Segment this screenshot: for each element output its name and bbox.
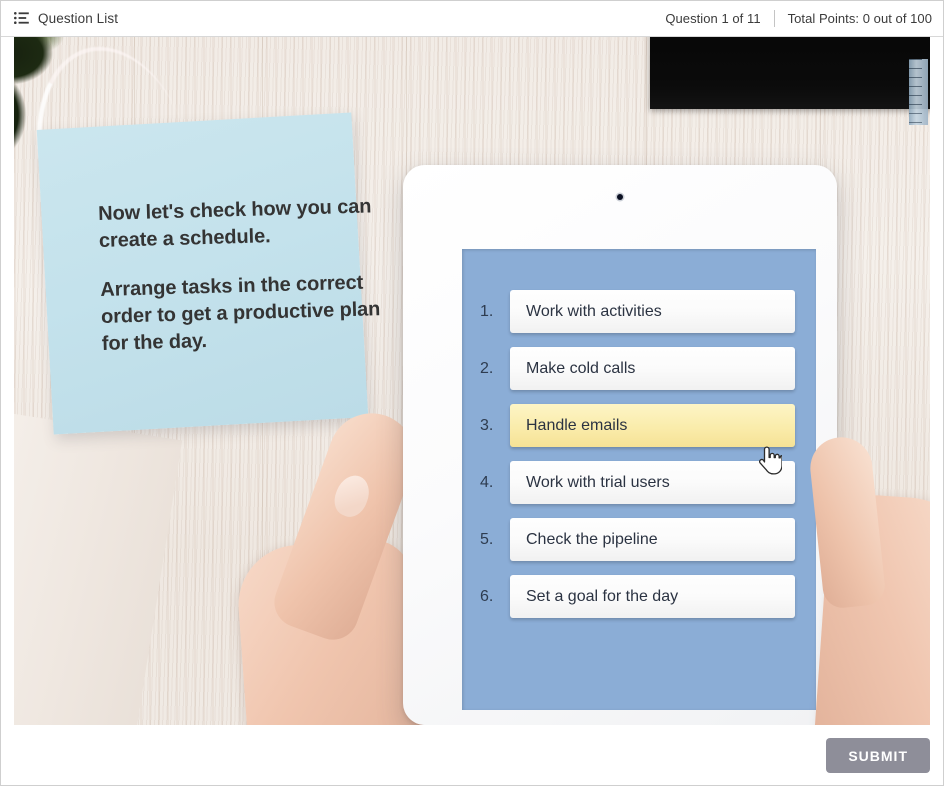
task-number: 6. — [480, 587, 494, 605]
question-list-label: Question List — [38, 10, 119, 26]
header-status-group: Question 1 of 11 Total Points: 0 out of … — [665, 9, 932, 27]
question-progress-text: Question 1 of 11 — [665, 10, 761, 26]
quiz-player-window: Question List Question 1 of 11 Total Poi… — [0, 0, 944, 786]
laptop-decoration — [650, 37, 930, 125]
tablet-screen: 1. Work with activities 2. Make cold cal… — [462, 249, 816, 710]
tablet-camera-icon — [617, 194, 623, 200]
task-number: 5. — [480, 530, 494, 548]
task-list-item-selected[interactable]: 3. Handle emails — [477, 404, 795, 447]
slide-stage: Now let's check how you can create a sch… — [0, 37, 944, 725]
task-list-item[interactable]: 6. Set a goal for the day — [477, 575, 795, 618]
list-icon — [14, 12, 29, 24]
task-list-item[interactable]: 1. Work with activities — [477, 290, 795, 333]
task-number: 3. — [480, 416, 494, 434]
task-label[interactable]: Handle emails — [510, 404, 795, 447]
task-label[interactable]: Work with trial users — [510, 461, 795, 504]
slide-canvas: Now let's check how you can create a sch… — [14, 37, 930, 725]
task-number: 2. — [480, 359, 494, 377]
header-divider — [773, 9, 775, 27]
task-order-list[interactable]: 1. Work with activities 2. Make cold cal… — [477, 290, 795, 632]
header-bar: Question List Question 1 of 11 Total Poi… — [0, 0, 944, 37]
ruler-decoration — [909, 59, 928, 125]
task-list-item[interactable]: 4. Work with trial users — [477, 461, 795, 504]
task-label[interactable]: Check the pipeline — [510, 518, 795, 561]
task-number: 4. — [480, 473, 494, 491]
task-number: 1. — [480, 302, 494, 320]
task-list-item[interactable]: 2. Make cold calls — [477, 347, 795, 390]
footer-bar: SUBMIT — [0, 725, 944, 786]
task-label[interactable]: Set a goal for the day — [510, 575, 795, 618]
instruction-text: Now let's check how you can create a sch… — [98, 193, 387, 358]
task-label[interactable]: Make cold calls — [510, 347, 795, 390]
submit-button[interactable]: SUBMIT — [826, 738, 930, 773]
notebook-decoration — [14, 407, 183, 725]
instruction-paragraph-2: Arrange tasks in the correct order to ge… — [100, 271, 381, 355]
instruction-paragraph-1: Now let's check how you can create a sch… — [97, 195, 372, 252]
task-list-item[interactable]: 5. Check the pipeline — [477, 518, 795, 561]
tablet-device: 1. Work with activities 2. Make cold cal… — [403, 165, 837, 725]
question-list-button[interactable]: Question List — [14, 11, 118, 26]
task-label[interactable]: Work with activities — [510, 290, 795, 333]
total-points-text: Total Points: 0 out of 100 — [787, 10, 932, 26]
